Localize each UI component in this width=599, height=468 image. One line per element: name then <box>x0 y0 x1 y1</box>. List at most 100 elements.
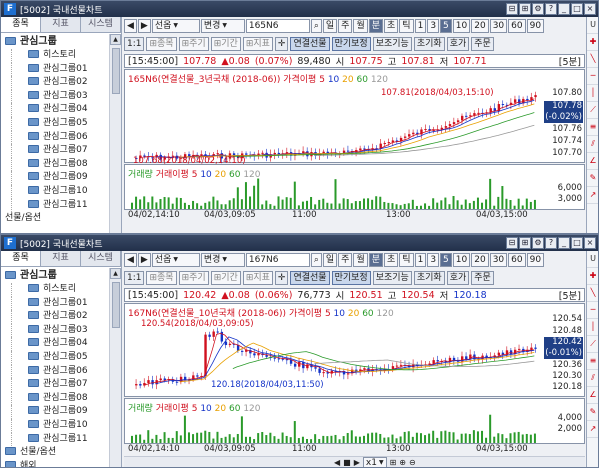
interval-1[interactable]: 1 <box>414 19 427 33</box>
title-bar[interactable]: F [5002] 국내선물차트 ⊟ ⊞ ⚙? _ □ × <box>1 235 598 251</box>
tree-root[interactable]: 관심그룹 <box>1 34 109 49</box>
interval-30[interactable]: 30 <box>489 19 508 33</box>
tree-item[interactable]: 관심그룹07 <box>11 144 109 158</box>
nav-next-icon[interactable]: ▶ <box>137 253 151 267</box>
channel-tool-icon[interactable]: ⫽ <box>587 136 598 153</box>
code-input[interactable]: 165N6 <box>245 19 310 33</box>
range-button[interactable]: ⊞ 기간 <box>210 37 241 51</box>
zoom-in-icon[interactable]: ⊕ <box>399 458 406 467</box>
interval-30[interactable]: 30 <box>489 253 508 267</box>
item-button[interactable]: ⊞ 종목 <box>146 37 177 51</box>
interval-20[interactable]: 20 <box>471 19 489 33</box>
tree-scrollbar[interactable]: ▲ <box>109 268 121 467</box>
minimize-icon[interactable]: _ <box>558 237 570 249</box>
help-icon[interactable]: ? <box>545 3 557 15</box>
stop-icon[interactable]: ■ <box>343 458 351 467</box>
minimize-icon[interactable]: _ <box>558 3 570 15</box>
order-button[interactable]: 주문 <box>471 271 494 285</box>
vline-tool-icon[interactable]: │ <box>587 85 598 102</box>
tree-item[interactable]: 관심그룹06 <box>11 364 109 379</box>
line-tool-icon[interactable]: ╲ <box>587 285 598 302</box>
scroll-right-icon[interactable]: ▶ <box>354 458 360 467</box>
angle-tool-icon[interactable]: ∠ <box>587 387 598 404</box>
tab-indicator[interactable]: 지표 <box>41 251 81 266</box>
nav-prev-icon[interactable]: ◀ <box>124 253 137 267</box>
tree-item[interactable]: 관심그룹09 <box>11 171 109 185</box>
tool-icon[interactable]: ✚ <box>587 34 598 51</box>
interval-1[interactable]: 1 <box>414 253 427 267</box>
line-tool-icon[interactable]: ╲ <box>587 51 598 68</box>
tab-item[interactable]: 종목 <box>1 17 41 32</box>
angle-tool-icon[interactable]: ∠ <box>587 153 598 170</box>
tab-item[interactable]: 종목 <box>1 251 41 266</box>
tab-system[interactable]: 시스템 <box>81 251 121 266</box>
quote-button[interactable]: 호가 <box>446 37 470 51</box>
cycle-button[interactable]: ⊞ 주기 <box>178 271 209 285</box>
nav-next-icon[interactable]: ▶ <box>137 19 151 33</box>
item-button[interactable]: ⊞ 종목 <box>146 271 177 285</box>
change-select[interactable]: 변경 ▼ <box>200 253 245 267</box>
fib-tool-icon[interactable]: ≡ <box>587 353 598 370</box>
help-icon[interactable]: ? <box>545 237 557 249</box>
maximize-icon[interactable]: □ <box>571 3 583 15</box>
market-select[interactable]: 선옵 ▼ <box>151 19 200 33</box>
scroll-up-icon[interactable]: ▲ <box>110 34 121 45</box>
restore-icon[interactable]: ⊟ <box>506 3 518 15</box>
interval-20[interactable]: 20 <box>471 253 489 267</box>
expiry-adjust-button[interactable]: 만기보정 <box>331 37 371 51</box>
tree-item[interactable]: 관심그룹08 <box>11 391 109 406</box>
period-tick[interactable]: 틱 <box>399 19 414 33</box>
settings-icon[interactable]: ⚙ <box>532 3 544 15</box>
fib-tool-icon[interactable]: ≡ <box>587 119 598 136</box>
hline-tool-icon[interactable]: ─ <box>587 68 598 85</box>
tree-item[interactable]: 관심그룹05 <box>11 116 109 131</box>
price-chart[interactable]: 165N6(연결선물_3년국채 (2018-06)) 가격이평 5 10 20 … <box>124 69 585 166</box>
interval-60[interactable]: 60 <box>508 253 526 267</box>
zoom-select[interactable]: x1 ▼ <box>362 457 387 467</box>
reset-button[interactable]: 초기화 <box>413 271 445 285</box>
volume-chart[interactable]: 거래량 거래이평 5 10 20 60 120 4,000 2,000 <box>124 398 585 444</box>
tree-item[interactable]: 선물/옵션 <box>1 446 109 460</box>
aux-function-button[interactable]: 보조기능 <box>372 271 412 285</box>
scroll-thumb[interactable] <box>112 48 120 94</box>
aux-function-button[interactable]: 보조기능 <box>372 37 412 51</box>
range-button[interactable]: ⊞ 기간 <box>210 271 241 285</box>
tree-item[interactable]: 관심그룹04 <box>11 103 109 117</box>
pen-tool-icon[interactable]: ✎ <box>587 170 598 187</box>
cycle-button[interactable]: ⊞ 주기 <box>178 37 209 51</box>
period-week[interactable]: 주 <box>338 253 353 267</box>
code-input[interactable]: 167N6 <box>245 253 310 267</box>
chart-scroll-bar[interactable]: ◀ ■ ▶ x1 ▼ ⊞ ⊕ ⊖ <box>124 456 585 467</box>
price-chart[interactable]: 167N6(연결선물_10년국채 (2018-06)) 가격이평 5 10 20… <box>124 303 585 397</box>
interval-5[interactable]: 5 <box>440 253 452 267</box>
tree-item[interactable]: 관심그룹08 <box>11 157 109 172</box>
title-bar[interactable]: F [5002] 국내선물차트 ⊟ ⊞ ⚙? _ □ × <box>1 1 598 17</box>
maximize-icon[interactable]: □ <box>571 237 583 249</box>
search-icon[interactable]: ⌕ <box>310 253 322 267</box>
tree-item[interactable]: 히스토리 <box>11 49 109 63</box>
interval-10[interactable]: 10 <box>452 19 471 33</box>
tree-item[interactable]: 관심그룹03 <box>11 89 109 104</box>
tree-item[interactable]: 관심그룹09 <box>11 405 109 419</box>
trend-tool-icon[interactable]: ⟋ <box>587 336 598 353</box>
restore-icon[interactable]: ⊟ <box>506 237 518 249</box>
quote-button[interactable]: 호가 <box>446 271 470 285</box>
period-tick[interactable]: 틱 <box>399 253 414 267</box>
tree-item[interactable]: 관심그룹03 <box>11 323 109 338</box>
tree-item[interactable]: 관심그룹10 <box>11 418 109 433</box>
scroll-up-icon[interactable]: ▲ <box>110 268 121 279</box>
nav-prev-icon[interactable]: ◀ <box>124 19 137 33</box>
period-month[interactable]: 월 <box>353 19 368 33</box>
ratio-button[interactable]: 1:1 <box>124 271 145 285</box>
tree-item[interactable]: 선물/옵션 <box>1 212 109 226</box>
zoom-out-icon[interactable]: ⊖ <box>409 458 416 467</box>
volume-chart[interactable]: 거래량 거래이평 5 10 20 60 120 6,000 3,000 <box>124 164 585 210</box>
close-icon[interactable]: × <box>584 3 596 15</box>
period-month[interactable]: 월 <box>353 253 368 267</box>
arrow-tool-icon[interactable]: ↗ <box>587 421 598 438</box>
tree-item[interactable]: 관심그룹11 <box>11 432 109 447</box>
vline-tool-icon[interactable]: │ <box>587 319 598 336</box>
continuous-futures-button[interactable]: 연결선물 <box>290 37 330 51</box>
tree-root[interactable]: 관심그룹 <box>1 268 109 283</box>
expiry-adjust-button[interactable]: 만기보정 <box>331 271 371 285</box>
